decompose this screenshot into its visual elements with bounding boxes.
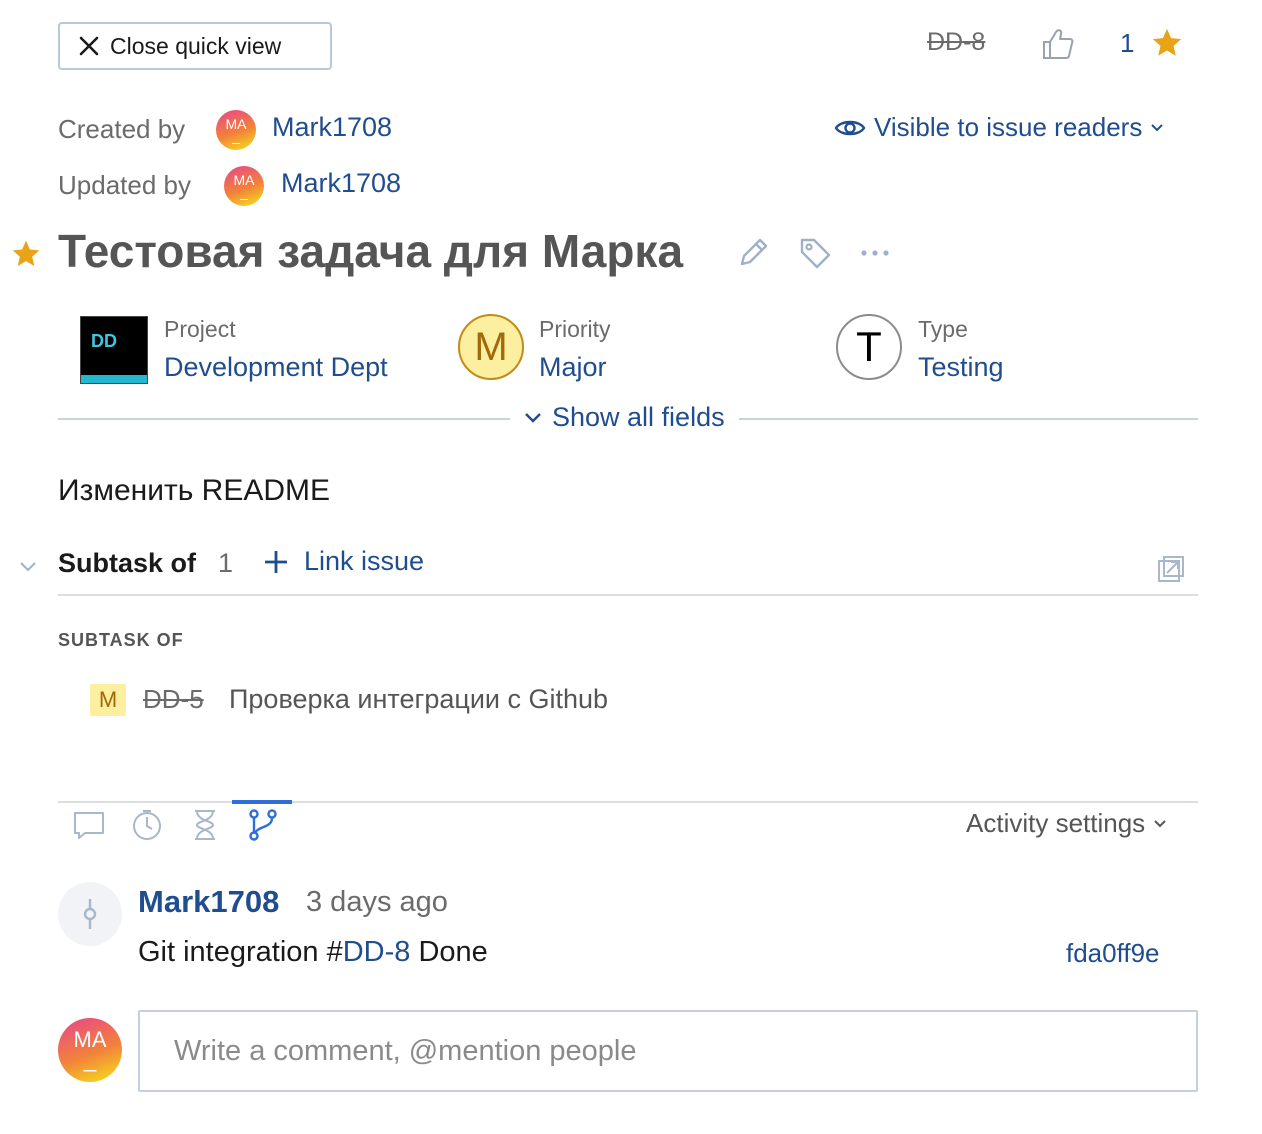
commit-message-suffix: Done: [410, 936, 488, 968]
star-icon[interactable]: [1150, 26, 1184, 60]
activity-settings-dropdown[interactable]: Activity settings: [966, 808, 1167, 839]
thumbs-up-icon[interactable]: [1040, 26, 1076, 62]
created-by-label: Created by: [58, 114, 186, 144]
chevron-down-icon[interactable]: [18, 556, 38, 576]
commit-icon-wrapper: [58, 882, 122, 946]
avatar-sub: _: [232, 128, 240, 144]
avatar: MA _: [216, 110, 256, 150]
type-value[interactable]: Testing: [918, 352, 1004, 383]
links-count: 1: [218, 548, 234, 578]
avatar: MA _: [58, 1018, 122, 1082]
links-title: Subtask of: [58, 548, 197, 578]
visibility-dropdown[interactable]: Visible to issue readers: [834, 112, 1164, 143]
close-icon: [79, 36, 99, 56]
project-logo-text: DD: [91, 331, 117, 351]
created-by-user[interactable]: Mark1708: [272, 112, 392, 143]
commit-author[interactable]: Mark1708: [138, 884, 279, 920]
project-logo: DD: [80, 316, 148, 384]
activity-settings-label: Activity settings: [966, 808, 1146, 838]
priority-label: Priority: [539, 316, 611, 342]
show-all-fields-button[interactable]: Show all fields: [510, 402, 739, 433]
updated-by-user[interactable]: Mark1708: [281, 168, 401, 199]
avatar: MA _: [224, 166, 264, 206]
type-label: Type: [918, 316, 968, 342]
type-badge: T: [836, 314, 902, 380]
project-value[interactable]: Development Dept: [164, 352, 388, 383]
issue-title: Тестовая задача для Марка: [58, 225, 684, 277]
open-in-new-icon[interactable]: [1156, 554, 1186, 584]
visibility-label: Visible to issue readers: [874, 112, 1143, 142]
commit-time: 3 days ago: [306, 886, 448, 918]
star-icon[interactable]: [10, 238, 42, 270]
subtask-id[interactable]: DD-5: [143, 684, 204, 715]
commit-message: Git integration #DD-8 Done: [138, 936, 488, 969]
work-items-icon[interactable]: [188, 808, 222, 842]
eye-icon: [834, 120, 866, 135]
subtask-summary[interactable]: Проверка интеграции с Github: [229, 684, 608, 715]
vcs-icon[interactable]: [246, 808, 280, 842]
comment-input[interactable]: [138, 1010, 1198, 1092]
commit-message-prefix: Git integration #: [138, 936, 343, 968]
activity-divider: [58, 801, 1198, 803]
priority-badge: M: [458, 314, 524, 380]
avatar-sub: _: [240, 184, 248, 200]
link-issue-label: Link issue: [304, 546, 425, 576]
priority-value[interactable]: Major: [539, 352, 607, 383]
chevron-down-icon: [1154, 819, 1166, 827]
link-issue-button[interactable]: Link issue: [262, 546, 424, 577]
votes-count[interactable]: 1: [1120, 28, 1134, 59]
show-all-fields-label: Show all fields: [552, 402, 725, 432]
subtask-heading: SUBTASK OF: [58, 630, 184, 650]
close-quick-view-button[interactable]: Close quick view: [58, 22, 332, 70]
issue-id[interactable]: DD-8: [927, 28, 985, 57]
chevron-down-icon: [1151, 123, 1164, 131]
title-actions: [736, 236, 890, 270]
subtask-priority-badge: M: [90, 684, 126, 716]
issue-summary: Изменить README: [58, 474, 331, 507]
more-icon[interactable]: [860, 236, 890, 270]
commit-issue-link[interactable]: DD-8: [343, 936, 411, 968]
links-divider: [58, 594, 1198, 596]
active-tab-indicator: [232, 800, 292, 804]
commit-icon: [83, 899, 97, 929]
tag-icon[interactable]: [798, 236, 832, 270]
comments-icon[interactable]: [72, 808, 106, 842]
updated-by-label: Updated by: [58, 170, 191, 200]
history-icon[interactable]: [130, 808, 164, 842]
chevron-down-icon: [525, 412, 541, 423]
project-label: Project: [164, 316, 236, 342]
pencil-icon[interactable]: [736, 236, 770, 270]
close-quick-view-label: Close quick view: [110, 32, 282, 59]
avatar-sub: _: [83, 1047, 97, 1072]
commit-hash[interactable]: fda0ff9e: [1066, 938, 1160, 969]
plus-icon: [265, 550, 287, 573]
